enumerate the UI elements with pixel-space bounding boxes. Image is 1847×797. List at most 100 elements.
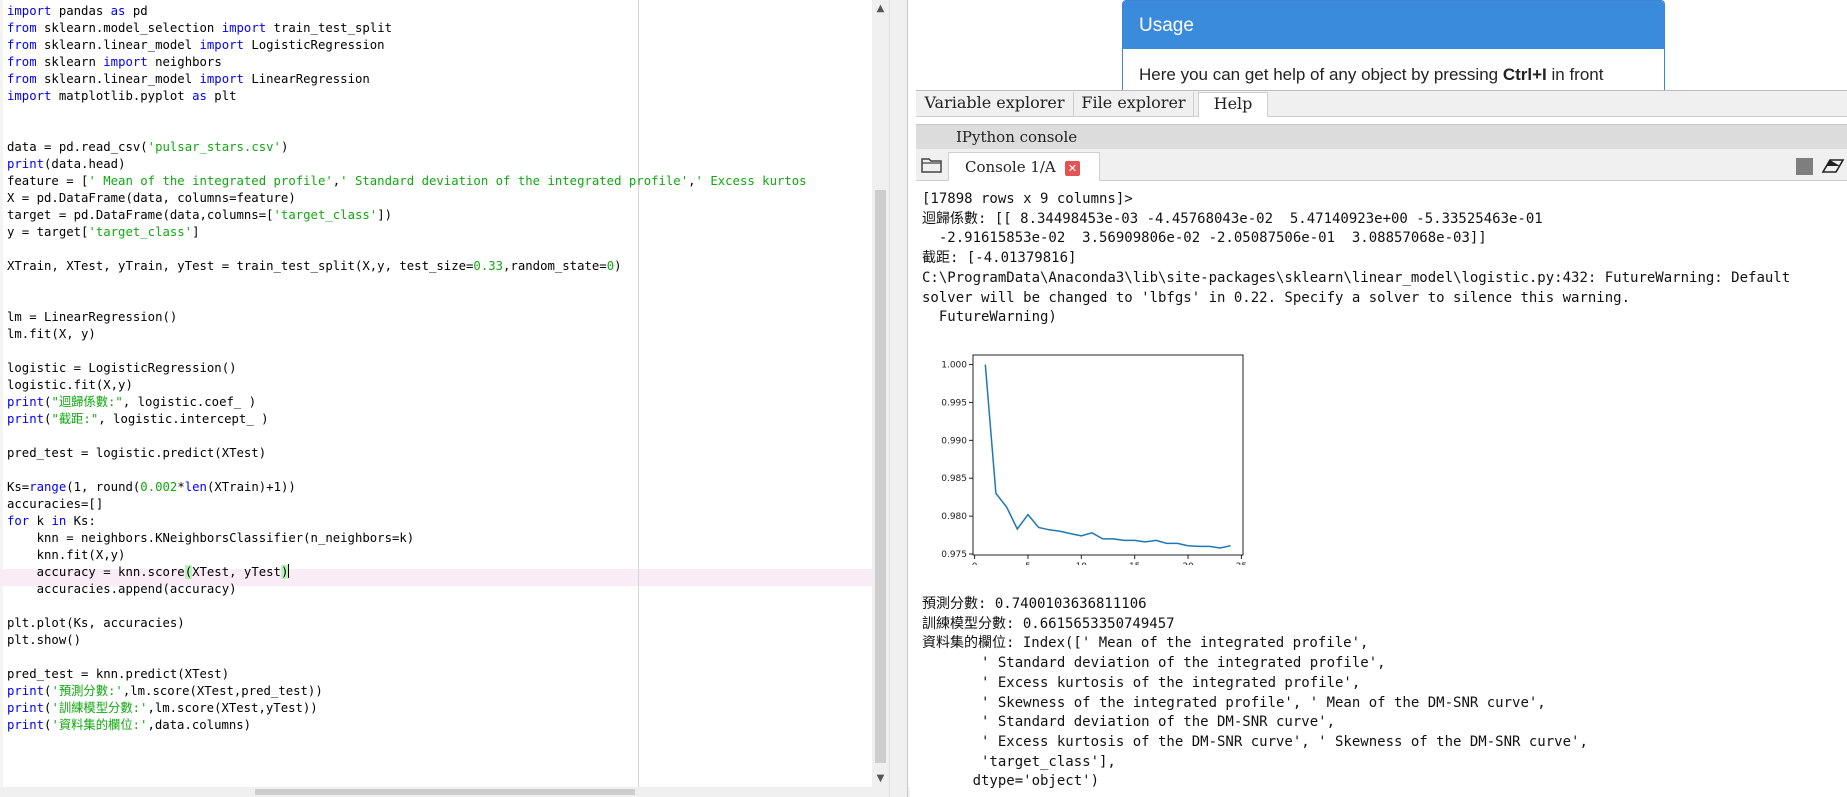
code-line[interactable]: data = pd.read_csv('pulsar_stars.csv') [7, 139, 807, 156]
tab-help[interactable]: Help [1198, 92, 1268, 117]
tab-variable-explorer[interactable]: Variable explorer [916, 92, 1074, 117]
code-token: range [29, 480, 67, 494]
code-line[interactable] [7, 462, 807, 479]
code-token: print [7, 157, 45, 171]
code-token: plt.plot(Ks, accuracies) [7, 616, 185, 630]
code-line[interactable]: print('訓練模型分數:',lm.score(XTest,yTest)) [7, 700, 807, 717]
code-token: import [103, 55, 148, 69]
code-line[interactable]: print('資料集的欄位:',data.columns) [7, 717, 807, 734]
y-tick-label: 0.980 [941, 512, 967, 522]
code-token: print [7, 684, 45, 698]
code-line[interactable]: pred_test = knn.predict(XTest) [7, 666, 807, 683]
code-line[interactable]: for k in Ks: [7, 513, 807, 530]
console-pane-title: IPython console [916, 124, 1847, 149]
code-line[interactable]: knn.fit(X,y) [7, 547, 807, 564]
code-token: as [110, 4, 126, 18]
code-line[interactable]: from sklearn.linear_model import Logisti… [7, 37, 807, 54]
scroll-up-icon[interactable]: ▲ [872, 0, 889, 17]
code-line[interactable]: from sklearn.model_selection import trai… [7, 20, 807, 37]
tab-file-explorer[interactable]: File explorer [1074, 92, 1194, 117]
stop-icon[interactable] [1796, 158, 1813, 175]
code-token: from [7, 38, 37, 52]
console-output[interactable]: [17898 rows x 9 columns]> 迴歸係數: [[ 8.3449… [916, 182, 1847, 797]
console-line: C:\ProgramData\Anaconda3\lib\site-packag… [922, 269, 1791, 286]
code-line[interactable]: accuracy = knn.score(XTest, yTest) [7, 564, 807, 581]
code-token: ) [280, 565, 289, 579]
code-line[interactable]: lm = LinearRegression() [7, 309, 807, 326]
code-token: 0 [606, 259, 615, 273]
editor-hscroll-thumb[interactable] [255, 789, 635, 795]
code-line[interactable]: X = pd.DataFrame(data, columns=feature) [7, 190, 807, 207]
code-line[interactable] [7, 598, 807, 615]
code-line[interactable]: import matplotlib.pyplot as plt [7, 88, 807, 105]
code-token: sklearn.linear_model [36, 38, 200, 52]
code-line[interactable]: feature = [' Mean of the integrated prof… [7, 173, 807, 190]
console-line: ' Standard deviation of the integrated p… [922, 655, 1386, 672]
code-token: LinearRegression [243, 72, 370, 86]
code-token: ( [184, 565, 193, 579]
code-line[interactable]: accuracies.append(accuracy) [7, 581, 807, 598]
code-line[interactable]: logistic = LogisticRegression() [7, 360, 807, 377]
code-line[interactable] [7, 105, 807, 122]
code-line[interactable]: Ks=range(1, round(0.002*len(XTrain)+1)) [7, 479, 807, 496]
code-editor[interactable]: import pandas as pd from sklearn.model_se… [0, 0, 889, 787]
code-token: XTest, yTest [192, 565, 281, 579]
pane-splitter[interactable] [889, 0, 908, 797]
plot-frame [972, 354, 1244, 556]
code-line[interactable]: accuracies=[] [7, 496, 807, 513]
code-line[interactable] [7, 275, 807, 292]
code-line[interactable]: lm.fit(X, y) [7, 326, 807, 343]
code-line[interactable] [7, 122, 807, 139]
code-line[interactable]: logistic.fit(X,y) [7, 377, 807, 394]
code-token: "迴歸係數:" [51, 395, 123, 409]
code-line[interactable]: from sklearn import neighbors [7, 54, 807, 71]
code-line[interactable] [7, 241, 807, 258]
code-token: ]) [377, 208, 392, 222]
x-tick-label: 20 [1182, 562, 1194, 565]
code-line[interactable]: y = target['target_class'] [7, 224, 807, 241]
console-line: ' Excess kurtosis of the DM-SNR curve', … [922, 733, 1588, 750]
code-line[interactable] [7, 649, 807, 666]
code-line[interactable]: from sklearn.linear_model import LinearR… [7, 71, 807, 88]
code-token: XTrain, XTest, yTrain, yTest = train_tes… [7, 259, 474, 273]
console-line: [17898 rows x 9 columns]> [922, 191, 1133, 207]
scroll-down-icon[interactable]: ▼ [872, 770, 889, 787]
code-token: knn = neighbors.KNeighborsClassifier(n_n… [7, 531, 415, 545]
close-icon[interactable]: ✕ [1065, 161, 1080, 176]
editor-vertical-scrollbar[interactable]: ▲ ▼ [872, 0, 889, 787]
code-line[interactable]: target = pd.DataFrame(data,columns=['tar… [7, 207, 807, 224]
code-line[interactable]: print('預測分數:',lm.score(XTest,pred_test)) [7, 683, 807, 700]
code-line[interactable]: print("截距:", logistic.intercept_ ) [7, 411, 807, 428]
code-line[interactable]: import pandas as pd [7, 3, 807, 20]
code-line[interactable]: print("迴歸係數:", logistic.coef_ ) [7, 394, 807, 411]
code-line[interactable] [7, 292, 807, 309]
console-line: 'target_class'], [922, 753, 1116, 770]
code-token: train_test_split [266, 21, 392, 35]
code-token: feature = [ [7, 174, 89, 188]
code-line[interactable] [7, 343, 807, 360]
code-token: ' Excess kurtos [695, 174, 807, 188]
eraser-icon[interactable] [1821, 157, 1845, 175]
code-token: from [7, 72, 37, 86]
folder-icon[interactable] [921, 157, 943, 173]
code-token: Ks= [7, 480, 30, 494]
editor-scroll-thumb[interactable] [875, 190, 886, 763]
code-line[interactable] [7, 428, 807, 445]
code-token: data = pd.read_csv( [7, 140, 148, 154]
code-line[interactable]: XTrain, XTest, yTrain, yTest = train_tes… [7, 258, 807, 275]
console-line: 截距: [-4.01379816] [922, 250, 1077, 267]
code-line[interactable]: plt.show() [7, 632, 807, 649]
usage-text: Here you can get help of any object by p… [1123, 49, 1664, 85]
code-text[interactable]: import pandas as pd from sklearn.model_se… [7, 3, 807, 734]
editor-horizontal-scrollbar[interactable] [0, 787, 910, 797]
console-line: 迴歸係數: [[ 8.34498453e-03 -4.45768043e-02 … [922, 210, 1543, 227]
code-line[interactable]: pred_test = logistic.predict(XTest) [7, 445, 807, 462]
code-line[interactable]: knn = neighbors.KNeighborsClassifier(n_n… [7, 530, 807, 547]
code-line[interactable]: print(data.head) [7, 156, 807, 173]
code-line[interactable]: plt.plot(Ks, accuracies) [7, 615, 807, 632]
code-token: ' Standard deviation of the integrated p… [340, 174, 689, 188]
console-tab[interactable]: Console 1/A ✕ [948, 152, 1100, 181]
code-token: knn.fit(X,y) [7, 548, 126, 562]
code-token: plt [206, 89, 237, 103]
code-token: sklearn [36, 55, 104, 69]
